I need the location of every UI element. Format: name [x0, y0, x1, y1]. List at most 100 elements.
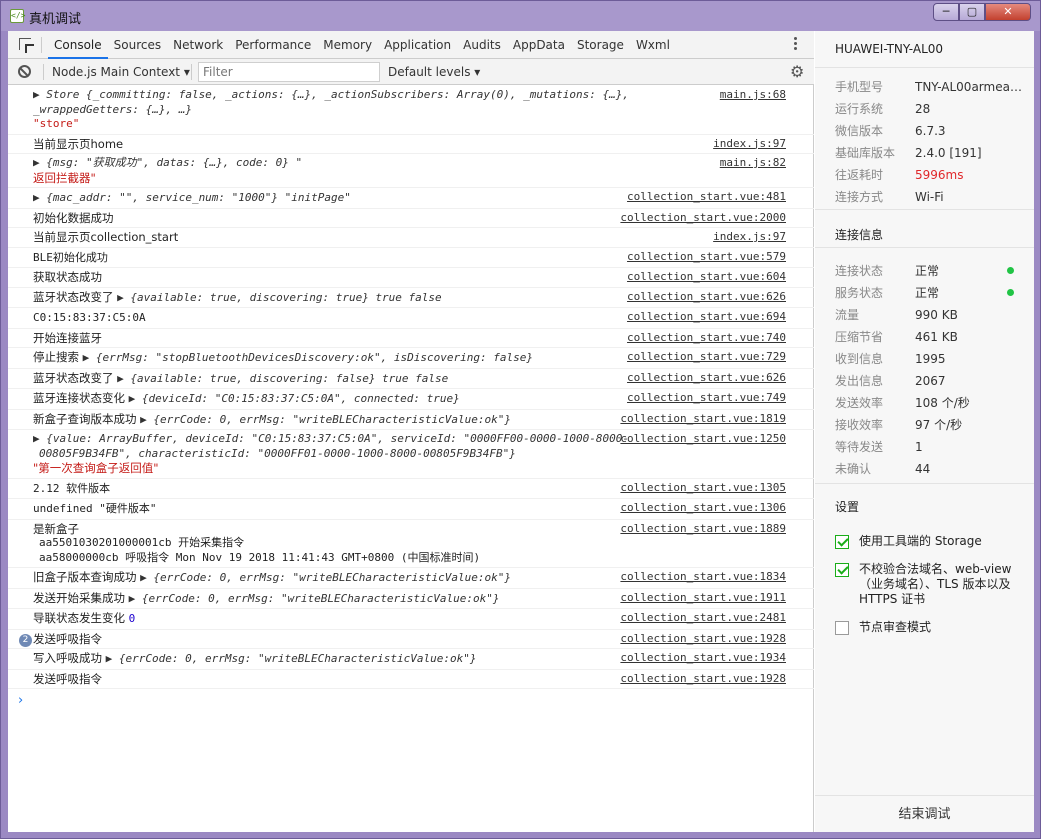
source-link[interactable]: collection_start.vue:1819 — [620, 412, 786, 427]
tab-audits[interactable]: Audits — [457, 31, 507, 59]
filter-input[interactable] — [198, 62, 380, 82]
client-area: Console Sources Network Performance Memory Ap… — [8, 31, 1034, 832]
source-link[interactable]: collection_start.vue:694 — [627, 310, 786, 325]
tab-application[interactable]: Application — [378, 31, 457, 59]
console-message-label: 发送开始采集成功 — [33, 590, 129, 605]
close-button[interactable]: ✕ — [985, 3, 1031, 21]
source-link[interactable]: collection_start.vue:2000 — [620, 211, 786, 226]
tab-network[interactable]: Network — [167, 31, 229, 59]
source-link[interactable]: collection_start.vue:1928 — [620, 672, 786, 687]
console-row: 发送开始采集成功 ▶ {errCode: 0, errMsg: "writeBL… — [8, 589, 814, 609]
source-link[interactable]: collection_start.vue:1305 — [620, 481, 786, 496]
console-object[interactable]: ▶ {available: true, discovering: false} … — [117, 372, 448, 385]
source-link[interactable]: collection_start.vue:2481 — [620, 611, 786, 626]
end-debug-button[interactable]: 结束调试 — [815, 795, 1034, 832]
info-label: 等待发送 — [835, 440, 884, 454]
source-link[interactable]: index.js:97 — [713, 230, 786, 245]
settings-checkbox[interactable] — [835, 621, 849, 635]
source-link[interactable]: collection_start.vue:626 — [627, 371, 786, 386]
console-message: C0:15:83:37:C5:0A — [33, 311, 146, 324]
source-link[interactable]: index.js:97 — [713, 137, 786, 152]
tab-performance[interactable]: Performance — [229, 31, 317, 59]
console-object[interactable]: ▶ {deviceId: "C0:15:83:37:C5:0A", connec… — [129, 392, 460, 405]
tab-console[interactable]: Console — [48, 31, 108, 59]
console-message-label: 蓝牙状态改变了 — [33, 370, 118, 385]
source-link[interactable]: main.js:82 — [720, 156, 786, 171]
console-row: 蓝牙状态改变了 ▶ {available: true, discovering:… — [8, 369, 814, 389]
tab-wxml[interactable]: Wxml — [630, 31, 676, 59]
title-bar[interactable]: </> 真机调试 ─ ▢ ✕ — [1, 1, 1040, 31]
inspect-element-icon[interactable] — [19, 38, 31, 50]
console-object[interactable]: ▶ {mac_addr: "", service_num: "1000"} "i… — [33, 191, 351, 204]
tab-sources[interactable]: Sources — [108, 31, 167, 59]
source-link[interactable]: collection_start.vue:481 — [627, 190, 786, 205]
info-label: 接收效率 — [835, 418, 884, 432]
source-link[interactable]: collection_start.vue:626 — [627, 290, 786, 305]
info-value: 1 — [915, 440, 923, 454]
divider — [43, 64, 44, 80]
console-object[interactable]: ▶ {errCode: 0, errMsg: "writeBLECharacte… — [106, 652, 477, 665]
console-line: 返回拦截器" — [33, 170, 96, 185]
console-row: 开始连接蓝牙 collection_start.vue:740 — [8, 329, 814, 348]
maximize-button[interactable]: ▢ — [959, 3, 985, 21]
divider — [815, 247, 1034, 248]
minimize-button[interactable]: ─ — [933, 3, 959, 21]
console-row: 停止搜索 ▶ {errMsg: "stopBluetoothDevicesDis… — [8, 348, 814, 369]
console-object[interactable]: ▶ {errMsg: "stopBluetoothDevicesDiscover… — [83, 351, 533, 364]
source-link[interactable]: collection_start.vue:1306 — [620, 501, 786, 516]
console-row: 旧盒子版本查询成功 ▶ {errCode: 0, errMsg: "writeB… — [8, 568, 814, 589]
source-link[interactable]: collection_start.vue:1250 — [620, 432, 786, 447]
info-value: 1995 — [915, 352, 946, 366]
source-link[interactable]: collection_start.vue:579 — [627, 250, 786, 265]
more-options-icon[interactable] — [794, 37, 798, 53]
settings-checkbox[interactable] — [835, 563, 849, 577]
source-link[interactable]: collection_start.vue:1889 — [620, 522, 786, 537]
clear-console-icon[interactable] — [18, 65, 31, 78]
console-row: BLE初始化成功 collection_start.vue:579 — [8, 248, 814, 268]
console-message: 2.12 软件版本 — [33, 481, 111, 495]
info-value: 2067 — [915, 374, 946, 388]
console-line: "store" — [33, 117, 80, 130]
settings-checkbox-label[interactable]: 使用工具端的 Storage — [859, 534, 1024, 549]
gear-icon[interactable]: ⚙ — [790, 63, 804, 81]
context-select-label: Node.js Main Context — [52, 65, 181, 79]
source-link[interactable]: collection_start.vue:729 — [627, 350, 786, 365]
console-message: BLE初始化成功 — [33, 250, 108, 264]
console-line: 00805F9B34FB", characteristicId: "0000FF… — [39, 446, 516, 460]
info-value: 97 个/秒 — [915, 418, 963, 432]
console-object[interactable]: ▶ {errCode: 0, errMsg: "writeBLECharacte… — [129, 592, 500, 605]
console-line: aa58000000cb 呼吸指令 Mon Nov 19 2018 11:41:… — [39, 550, 481, 564]
app-window: </> 真机调试 ─ ▢ ✕ Console Sources Network Perf… — [0, 0, 1041, 839]
source-link[interactable]: collection_start.vue:1911 — [620, 591, 786, 606]
console-object[interactable]: ▶ {available: true, discovering: true} t… — [117, 291, 442, 304]
console-line: aa5501030201000001cb 开始采集指令 — [39, 536, 245, 549]
info-label: 压缩节省 — [835, 330, 884, 344]
source-link[interactable]: main.js:68 — [720, 88, 786, 103]
tab-appdata[interactable]: AppData — [507, 31, 571, 59]
settings-checkbox-label[interactable]: 不校验合法域名、web-view（业务域名）、TLS 版本以及 HTTPS 证书 — [859, 562, 1024, 607]
console-line: ▶ {msg: "获取成功", datas: {…}, code: 0} " — [33, 156, 303, 169]
console-row: 初始化数据成功 collection_start.vue:2000 — [8, 209, 814, 228]
tab-storage[interactable]: Storage — [571, 31, 630, 59]
context-select[interactable]: Node.js Main Context ▾ — [52, 63, 190, 81]
tab-memory[interactable]: Memory — [317, 31, 378, 59]
settings-checkbox[interactable] — [835, 535, 849, 549]
console-prompt[interactable]: › — [8, 689, 814, 712]
console-object[interactable]: ▶ {errCode: 0, errMsg: "writeBLECharacte… — [140, 413, 511, 426]
console-message: 当前显示页home — [33, 136, 124, 151]
source-link[interactable]: collection_start.vue:1928 — [620, 632, 786, 647]
source-link[interactable]: collection_start.vue:1934 — [620, 651, 786, 666]
console-message: 当前显示页collection_start — [33, 230, 179, 244]
source-link[interactable]: collection_start.vue:604 — [627, 270, 786, 285]
devtools-tabs: Console Sources Network Performance Memory Ap… — [48, 31, 676, 59]
console-object[interactable]: ▶ {errCode: 0, errMsg: "writeBLECharacte… — [140, 571, 511, 584]
log-levels-select[interactable]: Default levels ▾ — [388, 63, 480, 81]
settings-checkbox-label[interactable]: 节点审查模式 — [859, 620, 1024, 635]
source-link[interactable]: collection_start.vue:740 — [627, 331, 786, 346]
source-link[interactable]: collection_start.vue:1834 — [620, 570, 786, 585]
console-message: 初始化数据成功 — [33, 210, 114, 225]
console-output[interactable]: ▶ Store {_committing: false, _actions: {… — [8, 86, 814, 832]
console-message: 0 — [128, 612, 136, 625]
console-row: 发送呼吸指令 collection_start.vue:1928 — [8, 670, 814, 689]
source-link[interactable]: collection_start.vue:749 — [627, 391, 786, 406]
